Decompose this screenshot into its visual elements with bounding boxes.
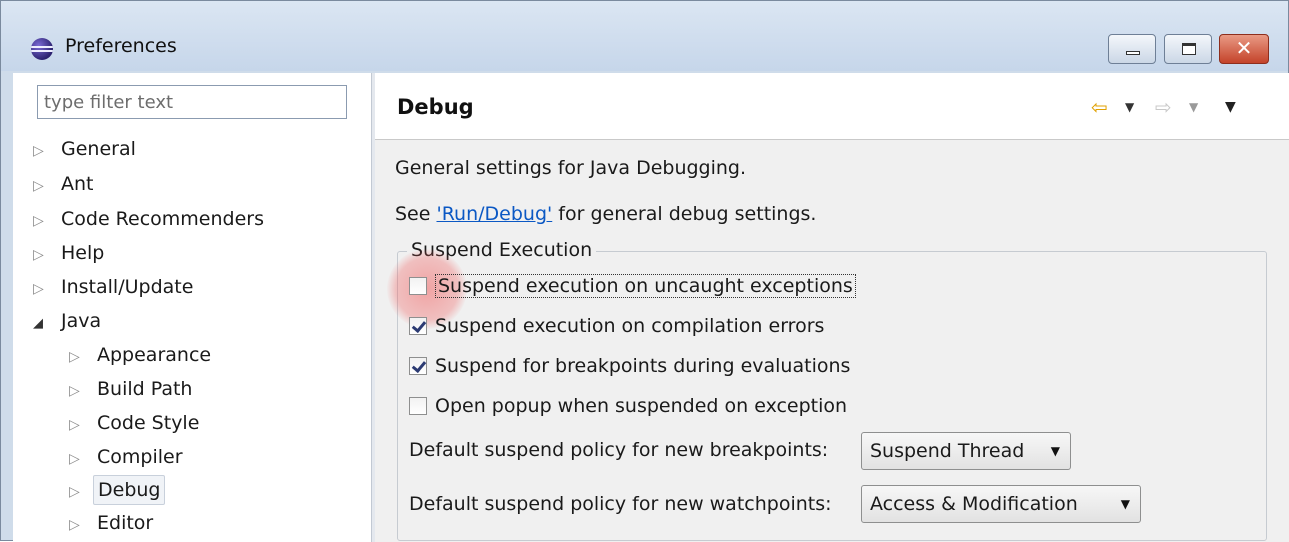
tree-item-code-style[interactable]: ▷ Code Style <box>69 407 203 439</box>
title-bar[interactable]: Preferences ✕ <box>1 1 1288 71</box>
expand-arrow-icon[interactable]: ▷ <box>69 443 93 475</box>
tree-item-ant[interactable]: ▷ Ant <box>33 168 98 200</box>
back-arrow-icon[interactable]: ⇦ <box>1091 95 1108 119</box>
page-header: Debug ⇦ ▼ ⇨ ▼ ▼ <box>375 73 1289 140</box>
expand-arrow-icon[interactable]: ▷ <box>33 205 57 237</box>
option-open-popup[interactable]: Open popup when suspended on exception <box>409 391 847 421</box>
open-popup-checkbox[interactable] <box>409 397 427 415</box>
compilation-errors-checkbox[interactable] <box>409 317 427 335</box>
tree-item-label: Ant <box>61 173 94 195</box>
tree-item-appearance[interactable]: ▷ Appearance <box>69 339 215 371</box>
filter-input[interactable] <box>37 85 347 119</box>
checkbox-label: Suspend execution on compilation errors <box>435 315 825 337</box>
expand-arrow-icon[interactable]: ▷ <box>69 375 93 407</box>
forward-history-dropdown-icon[interactable]: ▼ <box>1189 95 1198 119</box>
combo-value: Access & Modification <box>870 493 1078 515</box>
tree-item-label: Build Path <box>97 378 193 400</box>
tree-item-label: Debug <box>93 475 166 505</box>
chevron-down-icon: ▼ <box>1050 444 1060 458</box>
combo-value: Suspend Thread <box>870 440 1025 462</box>
expand-arrow-icon[interactable]: ▷ <box>33 170 57 202</box>
view-menu-icon[interactable]: ▼ <box>1225 95 1236 119</box>
expand-arrow-icon[interactable]: ▷ <box>69 509 93 541</box>
run-debug-link[interactable]: 'Run/Debug' <box>436 203 552 225</box>
tree-item-build-path[interactable]: ▷ Build Path <box>69 373 196 405</box>
close-button[interactable]: ✕ <box>1219 34 1269 64</box>
tree-item-code-recommenders[interactable]: ▷ Code Recommenders <box>33 203 268 235</box>
breakpoint-policy-select[interactable]: Suspend Thread ▼ <box>861 432 1071 470</box>
expand-arrow-icon[interactable]: ▷ <box>69 409 93 441</box>
option-compilation-errors[interactable]: Suspend execution on compilation errors <box>409 311 824 341</box>
preferences-tree-pane: ▷General ▷Ant ▷Code Recommenders ▷Help ▷… <box>13 73 371 542</box>
tree-item-label: Appearance <box>97 344 212 366</box>
forward-arrow-icon[interactable]: ⇨ <box>1155 95 1172 119</box>
breakpoint-policy-label: Default suspend policy for new breakpoin… <box>409 439 829 461</box>
eclipse-app-icon <box>31 38 53 60</box>
watchpoint-policy-select[interactable]: Access & Modification ▼ <box>861 485 1141 523</box>
maximize-button[interactable] <box>1164 34 1212 64</box>
page-description: General settings for Java Debugging. <box>395 157 747 179</box>
expand-arrow-icon[interactable]: ▷ <box>69 341 93 373</box>
breakpoints-evaluations-checkbox[interactable] <box>409 357 427 375</box>
expand-arrow-icon[interactable]: ▷ <box>69 476 93 508</box>
see-run-debug-line: See 'Run/Debug' for general debug settin… <box>395 203 816 225</box>
watchpoint-policy-label: Default suspend policy for new watchpoin… <box>409 493 832 515</box>
tree-item-label: Install/Update <box>61 276 194 298</box>
tree-item-label: Code Style <box>97 412 200 434</box>
tree-item-label: Compiler <box>97 446 183 468</box>
tree-item-install-update[interactable]: ▷ Install/Update <box>33 271 197 303</box>
expand-arrow-icon[interactable]: ▷ <box>33 273 57 305</box>
debug-preference-page: Debug ⇦ ▼ ⇨ ▼ ▼ General settings for Jav… <box>375 73 1289 542</box>
uncaught-exceptions-checkbox[interactable] <box>409 277 427 295</box>
minimize-button[interactable] <box>1108 34 1156 64</box>
tree-item-label: General <box>61 138 136 160</box>
tree-item-editor[interactable]: ▷ Editor <box>69 507 157 539</box>
chevron-down-icon: ▼ <box>1120 497 1130 511</box>
tree-item-label: Editor <box>97 512 154 534</box>
tree-item-debug[interactable]: ▷ Debug <box>69 474 166 508</box>
window-title: Preferences <box>65 35 177 57</box>
checkbox-label: Open popup when suspended on exception <box>435 395 848 417</box>
see-prefix: See <box>395 203 437 225</box>
option-breakpoints-evaluations[interactable]: Suspend for breakpoints during evaluatio… <box>409 351 850 381</box>
option-uncaught-exceptions[interactable]: Suspend execution on uncaught exceptions <box>409 271 856 301</box>
expand-arrow-icon[interactable]: ▷ <box>33 239 57 271</box>
tree-item-help[interactable]: ▷ Help <box>33 237 108 269</box>
collapse-arrow-icon[interactable]: ◢ <box>33 308 57 340</box>
expand-arrow-icon[interactable]: ▷ <box>33 135 57 167</box>
checkbox-label: Suspend for breakpoints during evaluatio… <box>435 355 851 377</box>
see-suffix: for general debug settings. <box>552 203 817 225</box>
tree-item-general[interactable]: ▷ General <box>33 133 140 165</box>
tree-item-compiler[interactable]: ▷ Compiler <box>69 441 187 473</box>
group-title: Suspend Execution <box>407 239 597 261</box>
page-title: Debug <box>397 95 474 119</box>
back-history-dropdown-icon[interactable]: ▼ <box>1125 95 1134 119</box>
preferences-window: Preferences ✕ ▷General ▷Ant ▷Code Recomm… <box>0 0 1289 542</box>
tree-item-java[interactable]: ◢ Java <box>33 305 105 337</box>
close-icon: ✕ <box>1235 36 1253 60</box>
tree-item-label: Java <box>61 310 102 332</box>
tree-item-label: Help <box>61 242 105 264</box>
checkbox-label: Suspend execution on uncaught exceptions <box>435 274 856 298</box>
tree-item-label: Code Recommenders <box>61 208 264 230</box>
